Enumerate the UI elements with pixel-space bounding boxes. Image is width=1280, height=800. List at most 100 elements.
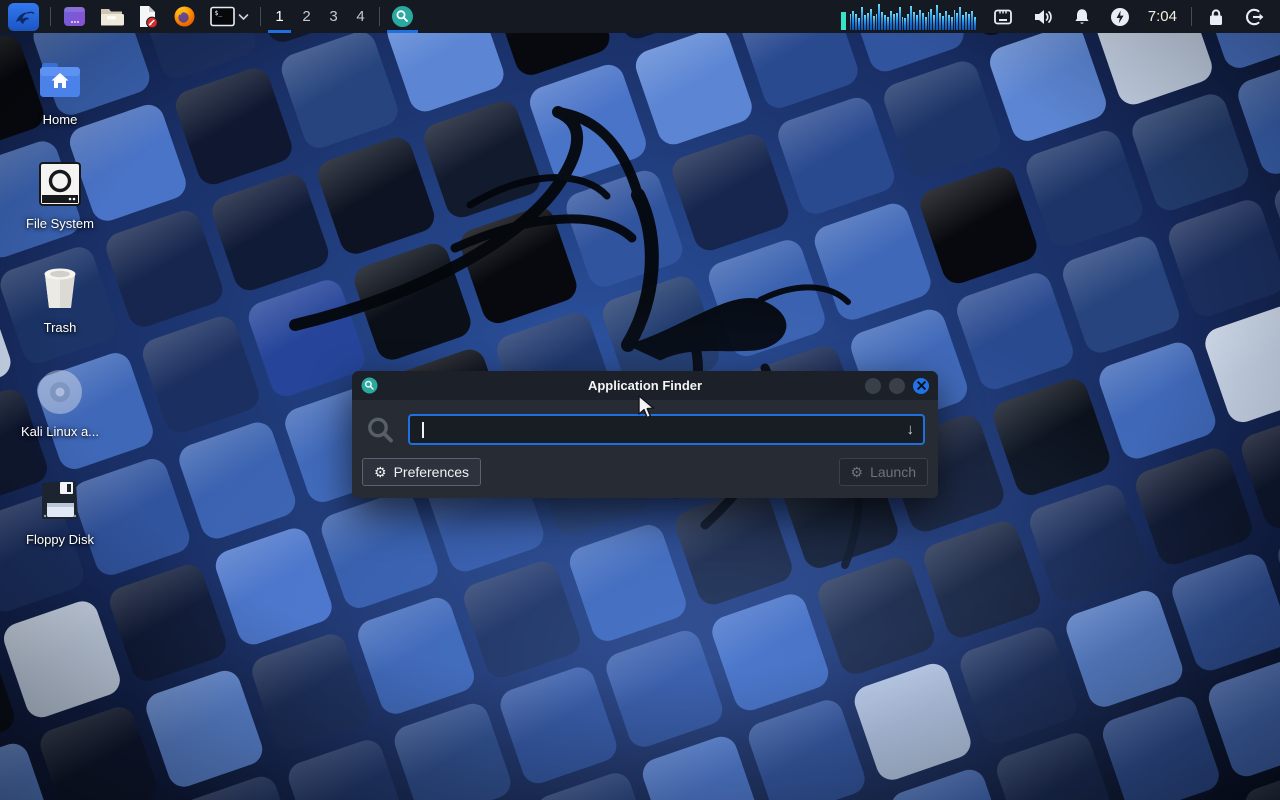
panel-separator (1191, 7, 1192, 26)
lock-icon (1210, 8, 1222, 25)
cpu-history-bar (875, 13, 878, 30)
cpu-current-bar (840, 12, 846, 30)
workspace-label: 1 (275, 8, 284, 25)
desktop-icon-trash[interactable]: Trash (12, 262, 108, 335)
cpu-history-bar (910, 5, 913, 30)
network-icon (993, 9, 1012, 24)
cpu-history-bar (878, 4, 881, 30)
launcher-terminal[interactable]: $_ (203, 0, 255, 33)
volume-icon (1034, 9, 1052, 24)
power-manager-applet[interactable] (1101, 0, 1139, 33)
search-input[interactable]: ↓ (408, 414, 925, 445)
clock[interactable]: 7:04 (1139, 0, 1186, 33)
cpu-graph-applet[interactable] (840, 4, 977, 30)
launcher-firefox[interactable] (166, 0, 203, 33)
panel-separator (260, 7, 261, 26)
minimize-button[interactable] (865, 377, 881, 394)
cpu-history-bar (933, 14, 936, 30)
workspace-label: 3 (329, 8, 338, 25)
cpu-history-bar (895, 13, 898, 30)
desktop-icon-floppy[interactable]: Floppy Disk (12, 474, 108, 547)
cpu-history-bar (924, 17, 927, 30)
cpu-history-bar (936, 4, 939, 30)
launcher-settings-app[interactable] (56, 0, 93, 33)
cpu-history-bar (959, 6, 962, 30)
home-folder-icon (40, 63, 80, 97)
workspace-button-2[interactable]: 2 (293, 0, 320, 33)
dropdown-arrow-icon[interactable]: ↓ (907, 421, 915, 438)
cpu-history-bar (927, 12, 930, 30)
cpu-history-bar (913, 11, 916, 30)
firefox-icon (174, 6, 195, 27)
cpu-history-bar (849, 14, 852, 30)
search-icon (368, 417, 393, 442)
trash-icon (44, 268, 76, 308)
application-finder-window: Application Finder ↓ ⚙ Preferences ⚙ Lau… (352, 371, 938, 498)
desktop-icon-kali-cdrom[interactable]: Kali Linux a... (12, 366, 108, 439)
terminal-prompt-glyph: $_ (215, 9, 223, 17)
cdrom-disc-icon (38, 370, 82, 414)
lock-screen-button[interactable] (1197, 0, 1235, 33)
text-caret (422, 421, 424, 438)
mouse-cursor (638, 395, 655, 419)
desktop-icon-file-system[interactable]: File System (12, 158, 108, 231)
window-search-icon (361, 377, 378, 394)
desktop-icon-label: Floppy Disk (26, 532, 94, 547)
window-title: Application Finder (587, 378, 703, 393)
cpu-history-bar (907, 13, 910, 30)
cpu-history-bar (953, 10, 956, 30)
network-applet[interactable] (983, 0, 1023, 33)
desktop-icon-label: File System (26, 216, 94, 231)
desktop-icon-label: Home (42, 112, 78, 127)
maximize-button[interactable] (889, 377, 905, 394)
cpu-history-bar (942, 15, 944, 30)
cpu-history-bar (930, 8, 933, 30)
launcher-file-manager[interactable] (93, 0, 130, 33)
applications-menu-button[interactable] (2, 0, 45, 33)
cpu-history-bar (962, 15, 965, 30)
floppy-disk-icon (42, 481, 78, 519)
cpu-history-bar (956, 13, 959, 30)
desktop-icon-label: Trash (43, 320, 77, 335)
cpu-history-bar (887, 17, 889, 30)
cpu-history-bar (973, 16, 976, 30)
launch-button-label: Launch (870, 464, 916, 480)
logout-icon (1246, 8, 1264, 25)
cpu-history-bar (863, 14, 866, 30)
chevron-down-icon[interactable] (238, 13, 249, 21)
workspace-button-3[interactable]: 3 (320, 0, 347, 33)
folder-icon (101, 9, 124, 26)
desktop-icon-label: Kali Linux a... (20, 424, 100, 439)
close-button[interactable] (913, 377, 929, 394)
volume-applet[interactable] (1023, 0, 1063, 33)
cpu-history-bar (916, 15, 918, 30)
cpu-history-bar (858, 17, 861, 30)
gear-icon: ⚙ (374, 464, 387, 480)
launch-button[interactable]: ⚙ Launch (838, 458, 928, 486)
search-icon (392, 6, 413, 27)
notifications-applet[interactable] (1063, 0, 1101, 33)
workspace-button-1[interactable]: 1 (266, 0, 293, 33)
launcher-text-editor[interactable] (130, 0, 166, 33)
kali-logo-icon (8, 2, 39, 31)
cpu-history-bar (855, 13, 858, 30)
cpu-history-bar (918, 10, 921, 30)
bell-icon (1075, 8, 1089, 24)
panel-separator (50, 7, 51, 26)
power-icon (1110, 7, 1129, 26)
preferences-button[interactable]: ⚙ Preferences (362, 458, 482, 486)
workspace-button-4[interactable]: 4 (347, 0, 374, 33)
desktop-icon-home[interactable]: Home (12, 54, 108, 127)
cpu-history-bar (861, 6, 863, 30)
cpu-history-bar (852, 10, 855, 30)
cpu-history-bar (901, 16, 904, 30)
top-panel: $_ 1 2 3 4 7:04 (0, 0, 1280, 33)
taskbar-application-finder[interactable] (385, 0, 420, 33)
cpu-history-bar (898, 7, 901, 30)
launch-gear-icon: ⚙ (850, 464, 864, 480)
preferences-button-label: Preferences (393, 464, 470, 480)
logout-button[interactable] (1235, 0, 1278, 33)
system-tray: 7:04 (840, 0, 1278, 33)
cpu-history-bar (890, 11, 892, 30)
cpu-history-bar (869, 9, 872, 30)
